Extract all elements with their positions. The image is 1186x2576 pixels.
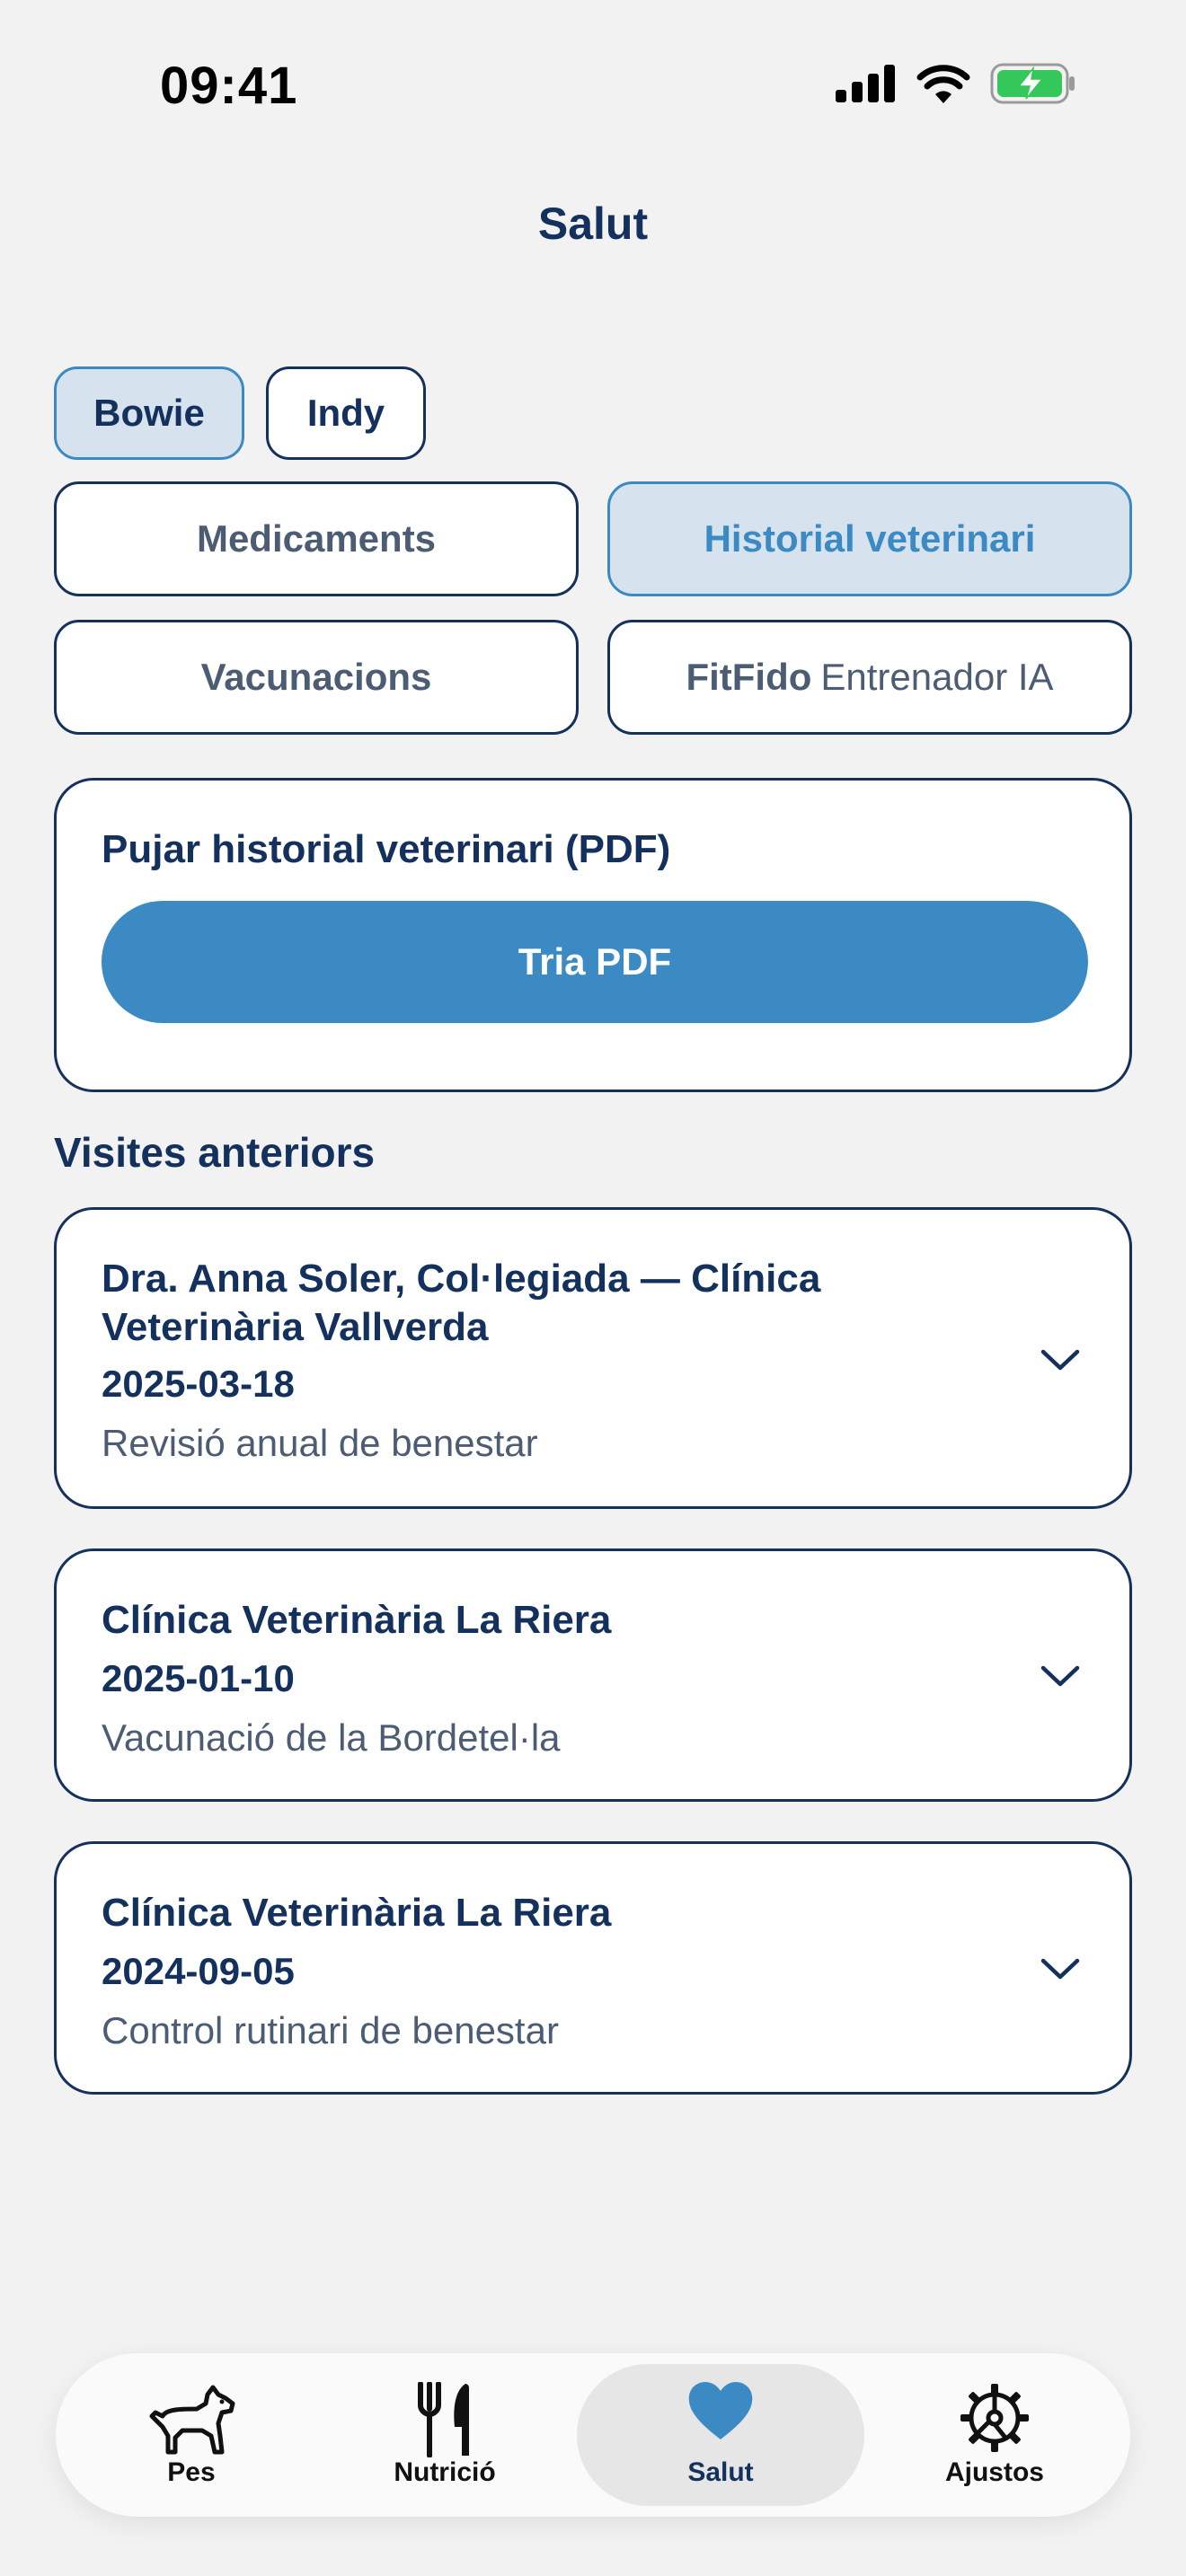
visit-description: Vacunació de la Bordetel·la — [102, 1716, 561, 1759]
heart-icon — [688, 2382, 753, 2439]
upload-card: Pujar historial veterinari (PDF) Tria PD… — [54, 778, 1132, 1092]
tabbar-item-health[interactable]: Salut — [577, 2364, 864, 2506]
tabbar-label: Nutrició — [394, 2457, 496, 2487]
battery-charging-icon — [990, 63, 1075, 104]
dog-icon — [149, 2385, 235, 2455]
chevron-down-icon[interactable] — [1038, 1346, 1083, 1373]
choose-pdf-button[interactable]: Tria PDF — [102, 901, 1088, 1023]
visit-clinic: Dra. Anna Soler, Col·legiada — Clínica V… — [102, 1257, 821, 1349]
fork-knife-icon — [418, 2382, 469, 2457]
visit-clinic: Clínica Veterinària La Riera — [102, 1891, 612, 1935]
tabbar-label: Salut — [687, 2457, 754, 2487]
tabbar-label: Pes — [167, 2457, 216, 2487]
tab-ai-coach[interactable]: FitFido Entrenador IA — [607, 620, 1132, 735]
pet-chip-bowie[interactable]: Bowie — [54, 366, 244, 460]
tabbar-item-weight[interactable]: Pes — [65, 2364, 318, 2506]
gear-icon — [960, 2384, 1029, 2452]
pet-chip-indy[interactable]: Indy — [266, 366, 426, 460]
tab-medications[interactable]: Medicaments — [54, 481, 579, 596]
upload-title: Pujar historial veterinari (PDF) — [102, 827, 671, 871]
visit-card[interactable]: Clínica Veterinària La Riera 2024-09-05 … — [54, 1841, 1132, 2095]
visit-date: 2025-01-10 — [102, 1657, 295, 1699]
status-time: 09:41 — [160, 57, 298, 115]
chevron-down-icon[interactable] — [1038, 1663, 1083, 1689]
coach-brand: FitFido — [686, 656, 812, 698]
visit-date: 2024-09-05 — [102, 1950, 295, 1992]
chevron-down-icon[interactable] — [1038, 1955, 1083, 1982]
tabbar-item-settings[interactable]: Ajustos — [868, 2364, 1121, 2506]
tab-vet-history[interactable]: Historial veterinari — [607, 481, 1132, 596]
tab-bar: Pes Nutrició Salut Ajustos — [56, 2353, 1130, 2517]
visit-clinic: Clínica Veterinària La Riera — [102, 1598, 612, 1642]
page-title: Salut — [537, 198, 649, 249]
visit-card[interactable]: Clínica Veterinària La Riera 2025-01-10 … — [54, 1548, 1132, 1802]
visit-date: 2025-03-18 — [102, 1363, 295, 1405]
status-icons — [836, 63, 1076, 104]
coach-label: Entrenador IA — [820, 656, 1054, 698]
wifi-icon — [916, 65, 970, 103]
tabbar-label: Ajustos — [944, 2457, 1044, 2487]
visit-description: Control rutinari de benestar — [102, 2009, 559, 2051]
status-bar: 09:41 — [0, 0, 1186, 171]
visit-description: Revisió anual de benestar — [102, 1422, 538, 1464]
cellular-signal-icon — [836, 65, 895, 102]
previous-visits-title: Visites anteriors — [54, 1129, 376, 1176]
tab-vaccinations[interactable]: Vacunacions — [54, 620, 579, 735]
visit-card[interactable]: Dra. Anna Soler, Col·legiada — Clínica V… — [54, 1207, 1132, 1509]
tabbar-item-nutrition[interactable]: Nutrició — [318, 2364, 571, 2506]
